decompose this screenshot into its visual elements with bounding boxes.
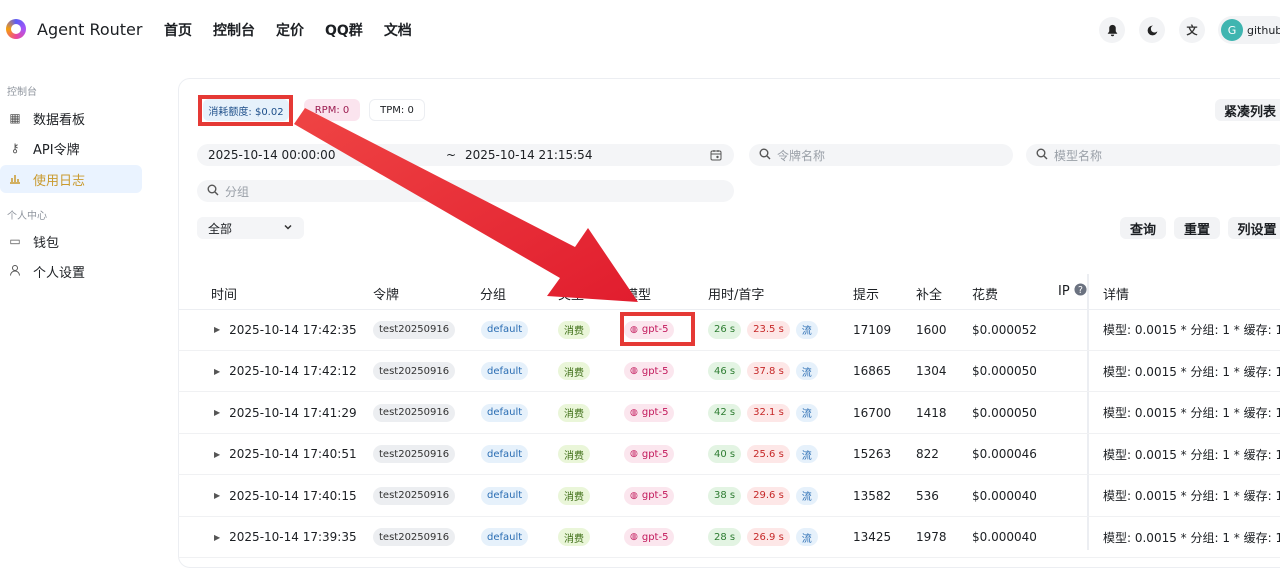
annotation-arrow [294, 108, 638, 302]
